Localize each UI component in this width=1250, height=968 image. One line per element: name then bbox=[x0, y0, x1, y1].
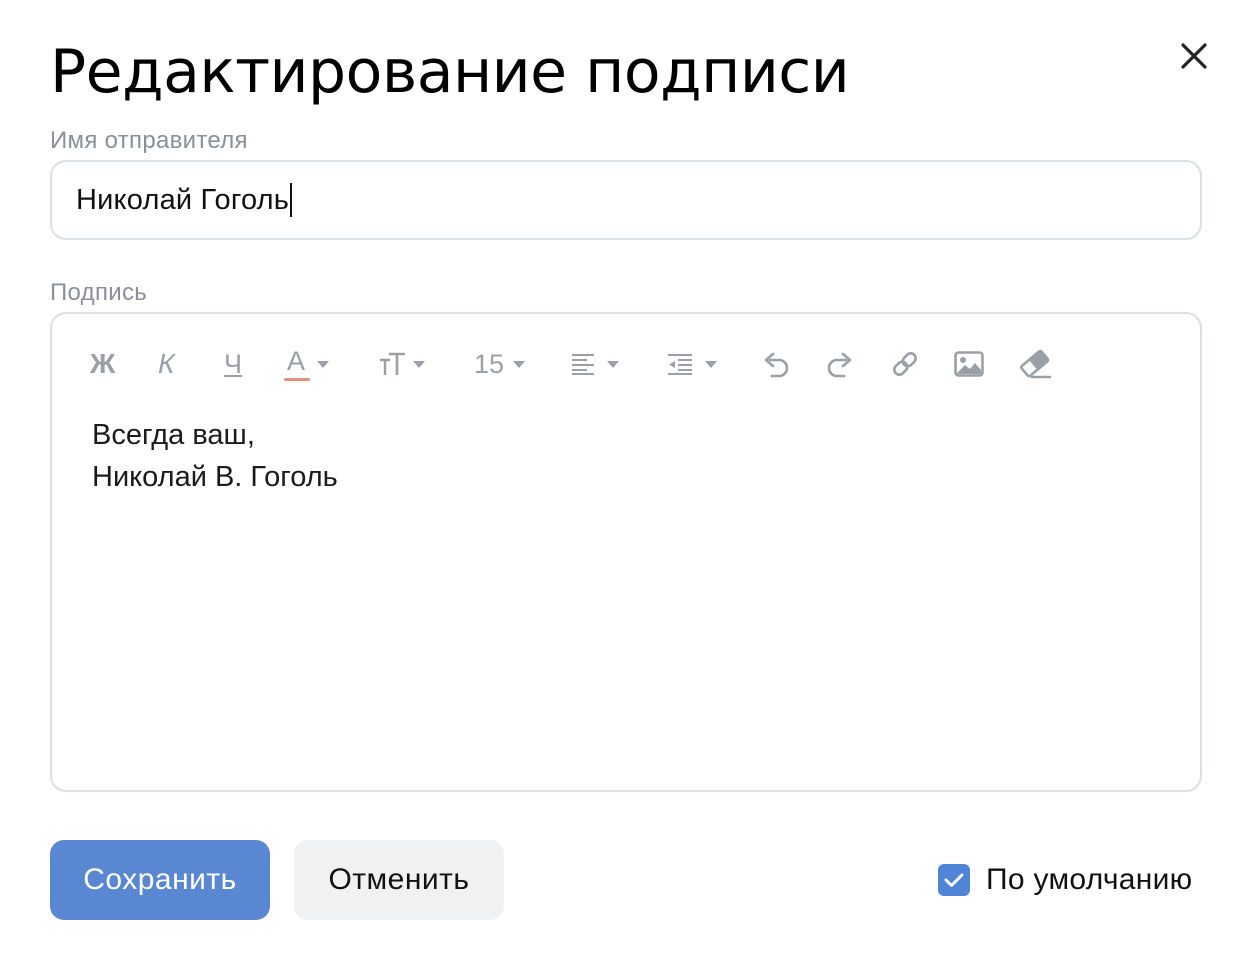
image-button[interactable] bbox=[954, 340, 984, 388]
chevron-down-icon bbox=[513, 360, 526, 368]
sender-name-input[interactable]: Николай Гоголь bbox=[50, 160, 1202, 240]
signature-line: Николай В. Гоголь bbox=[92, 461, 338, 493]
signature-label: Подпись bbox=[50, 279, 148, 306]
undo-icon bbox=[764, 352, 789, 378]
eraser-icon bbox=[1020, 349, 1052, 379]
italic-button[interactable]: К bbox=[158, 340, 175, 388]
signature-line: Всегда ваш, bbox=[92, 419, 255, 451]
chevron-down-icon bbox=[413, 360, 425, 368]
signature-editor[interactable]: Ж К Ч A 15 Всегда ваш, Николай В. Гоголь bbox=[50, 312, 1202, 792]
undo-button[interactable] bbox=[762, 340, 790, 388]
chevron-down-icon bbox=[607, 360, 619, 368]
bold-button[interactable]: Ж bbox=[90, 340, 115, 388]
signature-content[interactable]: Всегда ваш, Николай В. Гоголь bbox=[92, 414, 338, 498]
text-color-letter: A bbox=[287, 346, 306, 376]
redo-button[interactable] bbox=[826, 340, 854, 388]
indent-button[interactable] bbox=[666, 340, 718, 388]
checkbox-box[interactable] bbox=[938, 864, 970, 896]
chevron-down-icon bbox=[317, 360, 329, 368]
dialog-title: Редактирование подписи bbox=[50, 37, 850, 107]
image-icon bbox=[954, 351, 984, 377]
link-icon bbox=[893, 352, 917, 376]
close-button[interactable] bbox=[1170, 32, 1218, 80]
italic-icon: К bbox=[158, 348, 175, 379]
font-size-value: 15 bbox=[474, 348, 505, 379]
check-icon bbox=[944, 873, 964, 887]
signature-edit-dialog: Редактирование подписи Имя отправителя Н… bbox=[0, 0, 1250, 968]
close-icon bbox=[1181, 43, 1207, 69]
indent-icon bbox=[668, 354, 692, 375]
text-color-bar bbox=[284, 378, 310, 381]
redo-icon bbox=[827, 352, 852, 378]
link-button[interactable] bbox=[890, 340, 920, 388]
align-left-icon bbox=[572, 354, 594, 375]
text-cursor bbox=[290, 183, 293, 217]
clear-format-button[interactable] bbox=[1018, 340, 1052, 388]
bold-icon: Ж bbox=[90, 348, 116, 379]
font-style-button[interactable] bbox=[378, 340, 426, 388]
font-size-select[interactable]: 15 bbox=[474, 340, 526, 388]
align-button[interactable] bbox=[570, 340, 620, 388]
text-color-icon: A bbox=[284, 346, 310, 381]
default-checkbox-label: По умолчанию bbox=[986, 863, 1193, 896]
font-style-icon bbox=[380, 352, 405, 375]
default-checkbox[interactable]: По умолчанию bbox=[938, 862, 1192, 898]
text-color-button[interactable]: A bbox=[284, 340, 330, 388]
editor-toolbar: Ж К Ч A 15 bbox=[52, 314, 1200, 414]
save-button[interactable]: Сохранить bbox=[50, 840, 270, 920]
cancel-button[interactable]: Отменить bbox=[294, 840, 504, 920]
underline-button[interactable]: Ч bbox=[224, 340, 242, 388]
chevron-down-icon bbox=[705, 360, 717, 368]
sender-name-label: Имя отправителя bbox=[50, 127, 248, 154]
sender-name-value: Николай Гоголь bbox=[76, 183, 290, 216]
underline-icon: Ч bbox=[224, 348, 242, 379]
